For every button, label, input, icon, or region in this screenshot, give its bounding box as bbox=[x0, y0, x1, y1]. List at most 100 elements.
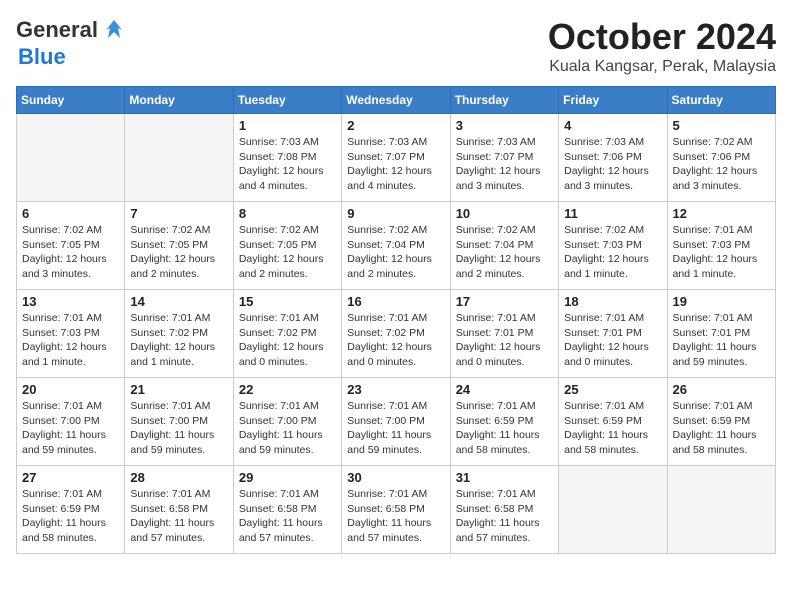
calendar-week-row: 20 Sunrise: 7:01 AM Sunset: 7:00 PM Dayli… bbox=[17, 378, 776, 466]
day-info: Sunrise: 7:01 AM Sunset: 6:59 PM Dayligh… bbox=[22, 487, 119, 546]
day-info: Sunrise: 7:03 AM Sunset: 7:08 PM Dayligh… bbox=[239, 135, 336, 194]
day-number: 8 bbox=[239, 206, 336, 221]
calendar-week-row: 1 Sunrise: 7:03 AM Sunset: 7:08 PM Daylig… bbox=[17, 114, 776, 202]
day-info: Sunrise: 7:02 AM Sunset: 7:05 PM Dayligh… bbox=[22, 223, 119, 282]
day-number: 1 bbox=[239, 118, 336, 133]
calendar-day-cell: 16Sunrise: 7:01 AM Sunset: 7:02 PM Dayli… bbox=[342, 290, 450, 378]
day-number: 22 bbox=[239, 382, 336, 397]
calendar-day-cell: 13Sunrise: 7:01 AM Sunset: 7:03 PM Dayli… bbox=[17, 290, 125, 378]
day-number: 5 bbox=[673, 118, 770, 133]
calendar-table: SundayMondayTuesdayWednesdayThursdayFrid… bbox=[16, 86, 776, 554]
calendar-day-cell: 6 Sunrise: 7:02 AM Sunset: 7:05 PM Daylig… bbox=[17, 202, 125, 290]
calendar-day-cell: 15 Sunrise: 7:01 AM Sunset: 7:02 PM Dayli… bbox=[233, 290, 341, 378]
day-info: Sunrise: 7:02 AM Sunset: 7:03 PM Dayligh… bbox=[564, 223, 661, 282]
day-number: 23 bbox=[347, 382, 444, 397]
calendar-day-cell: 29 Sunrise: 7:01 AM Sunset: 6:58 PM Dayli… bbox=[233, 466, 341, 554]
calendar-day-cell: 4Sunrise: 7:03 AM Sunset: 7:06 PM Daylig… bbox=[559, 114, 667, 202]
day-number: 3 bbox=[456, 118, 553, 133]
calendar-day-cell: 21Sunrise: 7:01 AM Sunset: 7:00 PM Dayli… bbox=[125, 378, 233, 466]
logo: General Blue bbox=[16, 16, 128, 70]
day-number: 17 bbox=[456, 294, 553, 309]
calendar-day-cell: 12 Sunrise: 7:01 AM Sunset: 7:03 PM Dayli… bbox=[667, 202, 775, 290]
day-info: Sunrise: 7:01 AM Sunset: 6:58 PM Dayligh… bbox=[456, 487, 553, 546]
day-number: 19 bbox=[673, 294, 770, 309]
day-number: 27 bbox=[22, 470, 119, 485]
logo-bird-icon bbox=[100, 16, 128, 44]
day-info: Sunrise: 7:02 AM Sunset: 7:06 PM Dayligh… bbox=[673, 135, 770, 194]
day-number: 28 bbox=[130, 470, 227, 485]
weekday-header-cell: Sunday bbox=[17, 87, 125, 114]
day-info: Sunrise: 7:02 AM Sunset: 7:05 PM Dayligh… bbox=[130, 223, 227, 282]
calendar-day-cell: 26Sunrise: 7:01 AM Sunset: 6:59 PM Dayli… bbox=[667, 378, 775, 466]
calendar-day-cell bbox=[667, 466, 775, 554]
weekday-header-cell: Thursday bbox=[450, 87, 558, 114]
day-info: Sunrise: 7:01 AM Sunset: 6:58 PM Dayligh… bbox=[239, 487, 336, 546]
calendar-day-cell: 19Sunrise: 7:01 AM Sunset: 7:01 PM Dayli… bbox=[667, 290, 775, 378]
calendar-day-cell: 3 Sunrise: 7:03 AM Sunset: 7:07 PM Daylig… bbox=[450, 114, 558, 202]
day-info: Sunrise: 7:01 AM Sunset: 7:03 PM Dayligh… bbox=[673, 223, 770, 282]
day-number: 15 bbox=[239, 294, 336, 309]
calendar-day-cell: 5 Sunrise: 7:02 AM Sunset: 7:06 PM Daylig… bbox=[667, 114, 775, 202]
calendar-day-cell: 9Sunrise: 7:02 AM Sunset: 7:04 PM Daylig… bbox=[342, 202, 450, 290]
day-info: Sunrise: 7:01 AM Sunset: 7:02 PM Dayligh… bbox=[239, 311, 336, 370]
calendar-day-cell: 1 Sunrise: 7:03 AM Sunset: 7:08 PM Daylig… bbox=[233, 114, 341, 202]
day-number: 31 bbox=[456, 470, 553, 485]
logo-general: General bbox=[16, 17, 98, 43]
day-info: Sunrise: 7:01 AM Sunset: 6:58 PM Dayligh… bbox=[130, 487, 227, 546]
weekday-header-cell: Monday bbox=[125, 87, 233, 114]
title-block: October 2024 Kuala Kangsar, Perak, Malay… bbox=[548, 16, 776, 76]
day-number: 21 bbox=[130, 382, 227, 397]
calendar-day-cell: 11 Sunrise: 7:02 AM Sunset: 7:03 PM Dayli… bbox=[559, 202, 667, 290]
calendar-day-cell: 7 Sunrise: 7:02 AM Sunset: 7:05 PM Daylig… bbox=[125, 202, 233, 290]
calendar-week-row: 13Sunrise: 7:01 AM Sunset: 7:03 PM Dayli… bbox=[17, 290, 776, 378]
day-number: 9 bbox=[347, 206, 444, 221]
day-number: 18 bbox=[564, 294, 661, 309]
calendar-day-cell: 17Sunrise: 7:01 AM Sunset: 7:01 PM Dayli… bbox=[450, 290, 558, 378]
calendar-day-cell: 30Sunrise: 7:01 AM Sunset: 6:58 PM Dayli… bbox=[342, 466, 450, 554]
day-number: 4 bbox=[564, 118, 661, 133]
calendar-day-cell: 25 Sunrise: 7:01 AM Sunset: 6:59 PM Dayli… bbox=[559, 378, 667, 466]
day-info: Sunrise: 7:01 AM Sunset: 6:59 PM Dayligh… bbox=[564, 399, 661, 458]
calendar-day-cell: 20 Sunrise: 7:01 AM Sunset: 7:00 PM Dayli… bbox=[17, 378, 125, 466]
weekday-header-cell: Tuesday bbox=[233, 87, 341, 114]
day-number: 12 bbox=[673, 206, 770, 221]
day-info: Sunrise: 7:03 AM Sunset: 7:07 PM Dayligh… bbox=[347, 135, 444, 194]
day-info: Sunrise: 7:01 AM Sunset: 7:02 PM Dayligh… bbox=[130, 311, 227, 370]
weekday-header-cell: Saturday bbox=[667, 87, 775, 114]
day-info: Sunrise: 7:02 AM Sunset: 7:05 PM Dayligh… bbox=[239, 223, 336, 282]
day-number: 26 bbox=[673, 382, 770, 397]
calendar-day-cell: 24Sunrise: 7:01 AM Sunset: 6:59 PM Dayli… bbox=[450, 378, 558, 466]
calendar-day-cell bbox=[559, 466, 667, 554]
day-info: Sunrise: 7:01 AM Sunset: 6:59 PM Dayligh… bbox=[456, 399, 553, 458]
day-info: Sunrise: 7:01 AM Sunset: 7:00 PM Dayligh… bbox=[22, 399, 119, 458]
day-number: 29 bbox=[239, 470, 336, 485]
day-info: Sunrise: 7:01 AM Sunset: 7:00 PM Dayligh… bbox=[239, 399, 336, 458]
location: Kuala Kangsar, Perak, Malaysia bbox=[548, 58, 776, 76]
day-info: Sunrise: 7:03 AM Sunset: 7:07 PM Dayligh… bbox=[456, 135, 553, 194]
weekday-header-cell: Wednesday bbox=[342, 87, 450, 114]
calendar-day-cell: 22 Sunrise: 7:01 AM Sunset: 7:00 PM Dayli… bbox=[233, 378, 341, 466]
day-number: 2 bbox=[347, 118, 444, 133]
day-number: 25 bbox=[564, 382, 661, 397]
calendar-day-cell: 28 Sunrise: 7:01 AM Sunset: 6:58 PM Dayli… bbox=[125, 466, 233, 554]
day-number: 11 bbox=[564, 206, 661, 221]
page-header: General Blue October 2024 Kuala Kangsar,… bbox=[16, 16, 776, 76]
weekday-header-cell: Friday bbox=[559, 87, 667, 114]
day-info: Sunrise: 7:02 AM Sunset: 7:04 PM Dayligh… bbox=[456, 223, 553, 282]
calendar-day-cell: 23Sunrise: 7:01 AM Sunset: 7:00 PM Dayli… bbox=[342, 378, 450, 466]
calendar-header-row: SundayMondayTuesdayWednesdayThursdayFrid… bbox=[17, 87, 776, 114]
day-number: 6 bbox=[22, 206, 119, 221]
day-number: 20 bbox=[22, 382, 119, 397]
calendar-day-cell: 27 Sunrise: 7:01 AM Sunset: 6:59 PM Dayli… bbox=[17, 466, 125, 554]
calendar-day-cell: 2 Sunrise: 7:03 AM Sunset: 7:07 PM Daylig… bbox=[342, 114, 450, 202]
day-number: 13 bbox=[22, 294, 119, 309]
day-number: 30 bbox=[347, 470, 444, 485]
day-number: 14 bbox=[130, 294, 227, 309]
day-number: 7 bbox=[130, 206, 227, 221]
calendar-week-row: 27 Sunrise: 7:01 AM Sunset: 6:59 PM Dayli… bbox=[17, 466, 776, 554]
calendar-day-cell: 18 Sunrise: 7:01 AM Sunset: 7:01 PM Dayli… bbox=[559, 290, 667, 378]
day-info: Sunrise: 7:01 AM Sunset: 7:01 PM Dayligh… bbox=[564, 311, 661, 370]
calendar-week-row: 6 Sunrise: 7:02 AM Sunset: 7:05 PM Daylig… bbox=[17, 202, 776, 290]
calendar-day-cell: 31 Sunrise: 7:01 AM Sunset: 6:58 PM Dayli… bbox=[450, 466, 558, 554]
calendar-day-cell: 10Sunrise: 7:02 AM Sunset: 7:04 PM Dayli… bbox=[450, 202, 558, 290]
